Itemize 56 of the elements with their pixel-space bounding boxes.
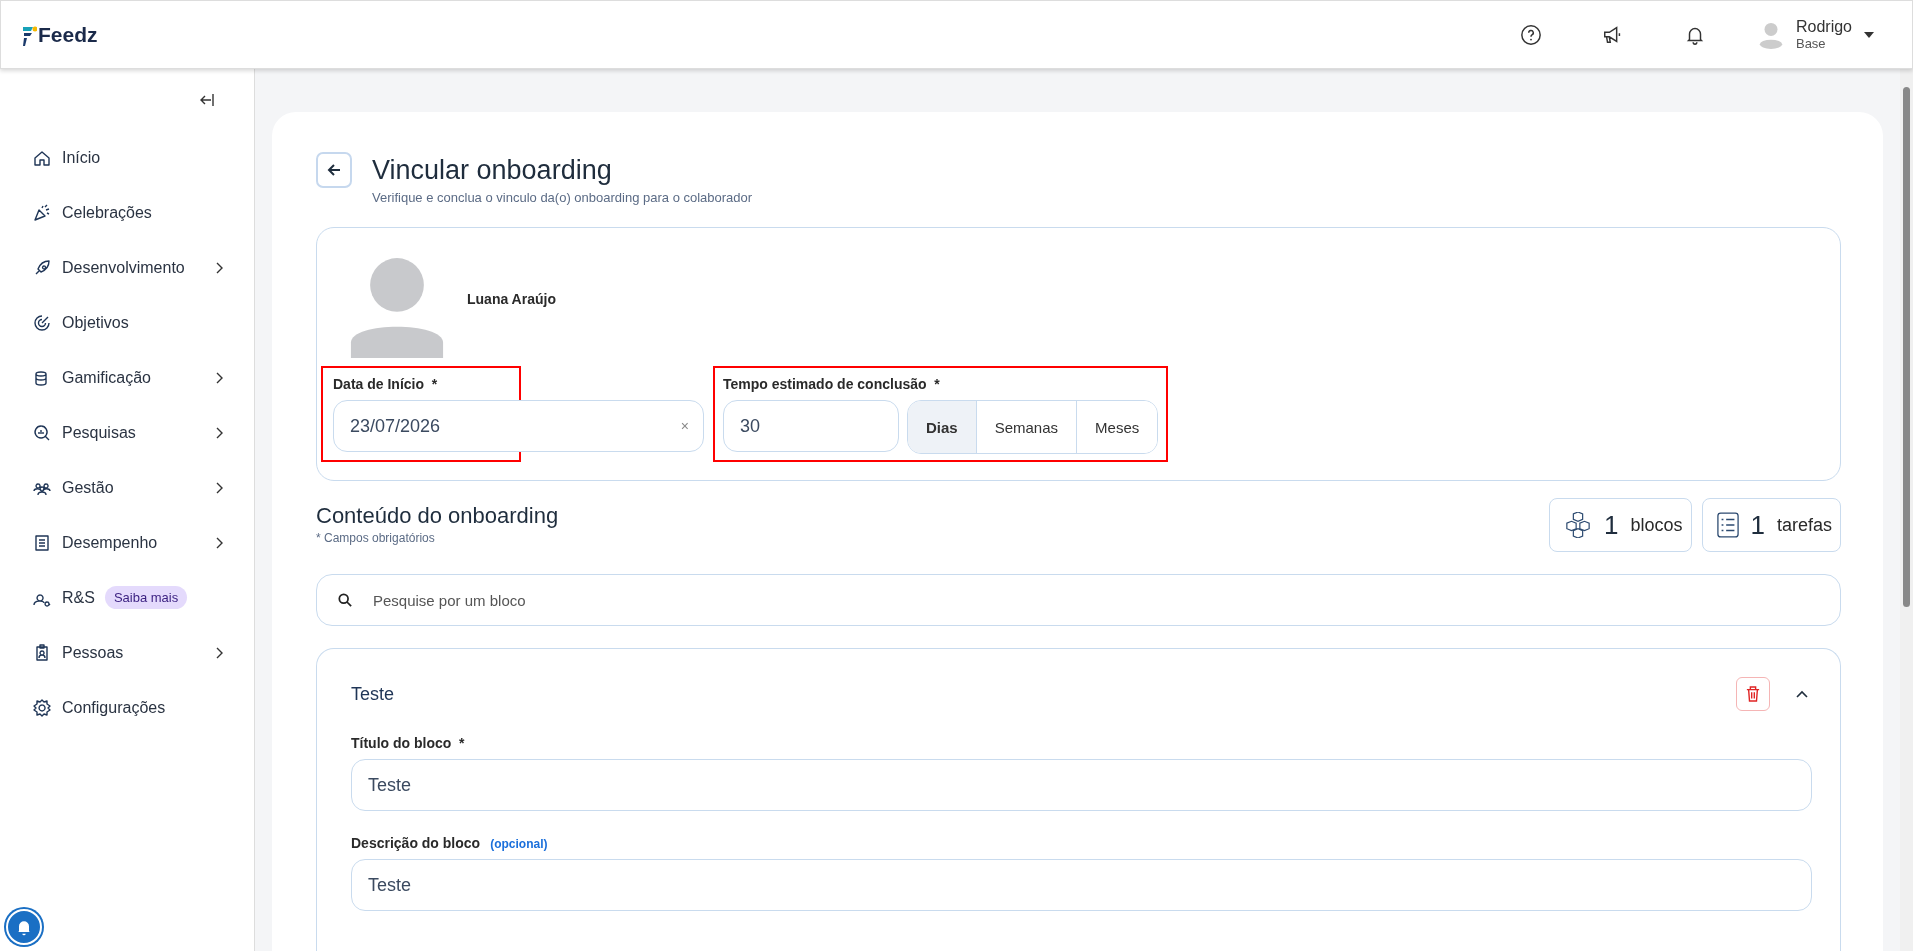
party-popper-icon [32,202,52,223]
sidebar-item[interactable]: Início [0,130,254,185]
field-label: Tempo estimado de conclusão * [723,376,941,392]
sidebar-item[interactable]: Pesquisas [0,405,254,460]
avatar-icon [1757,20,1784,49]
arrow-left-icon [326,162,342,178]
sidebar-item[interactable]: Desenvolvimento [0,240,254,295]
logo-text: Feedz [38,22,98,47]
user-role: Base [1795,37,1827,50]
sidebar-item[interactable]: Desempenho [0,515,254,570]
page-subtitle: Verifique e conclua o vinculo da(o) onboarding para o colaborador [372,190,753,205]
cubes-icon [1564,512,1592,538]
sidebar-item[interactable]: Celebrações [0,185,254,240]
number-field[interactable]: 30 [723,400,899,452]
text-field[interactable]: Teste [351,859,1812,911]
field-label: Título do bloco * [351,735,466,751]
sidebar-item[interactable]: R&S Saiba mais [0,570,254,625]
trash-icon [1746,686,1760,702]
chevron-icon[interactable] [1796,690,1808,698]
stat-count: 1 [1750,509,1765,541]
stat-label: tarefas [1776,514,1832,536]
target-icon [32,312,52,333]
required-note: * Campos obrigatórios [316,531,436,545]
sidebar-item[interactable]: Objetivos [0,295,254,350]
date-field[interactable]: 23/07/2026 × [333,400,704,452]
sidebar-item[interactable]: Configurações [0,680,254,735]
field-label: Data de Início * [333,376,439,392]
back-button[interactable] [316,152,352,188]
field-label: Descrição do bloco (opcional) [351,835,549,851]
employee-name: Luana Araújo [467,291,556,307]
unit-option[interactable]: Dias [908,401,977,453]
sidebar-item[interactable]: Gamificação [0,350,254,405]
search-icon [338,593,352,607]
stat-label: blocos [1630,514,1683,536]
delete-button[interactable] [1736,677,1770,711]
logo-icon [21,24,37,47]
text-field[interactable]: Teste [351,759,1812,811]
settings-icon [32,697,52,718]
stat-count: 1 [1604,509,1619,541]
avatar-placeholder-icon [349,258,445,358]
collapse-icon[interactable] [198,93,214,107]
sidebar-item[interactable]: Gestão [0,460,254,515]
section-title: Conteúdo do onboarding [316,503,559,529]
scrollbar-thumb[interactable] [1903,87,1910,607]
user-name: Rodrigo [1795,19,1852,35]
caret-icon [1864,31,1874,38]
chart-search-icon [32,422,52,443]
search-field[interactable]: Pesquise por um bloco [316,574,1841,626]
promo-badge[interactable]: Saiba mais [104,586,188,609]
sidebar-item[interactable]: Pessoas [0,625,254,680]
notification-button[interactable] [6,909,42,945]
user-menu[interactable]: Rodrigo Base [1757,19,1874,50]
block-title: Teste [351,683,395,705]
page-title: Vincular onboarding [372,154,613,186]
clear-button[interactable]: × [680,418,689,434]
help-icon[interactable] [1519,23,1542,46]
